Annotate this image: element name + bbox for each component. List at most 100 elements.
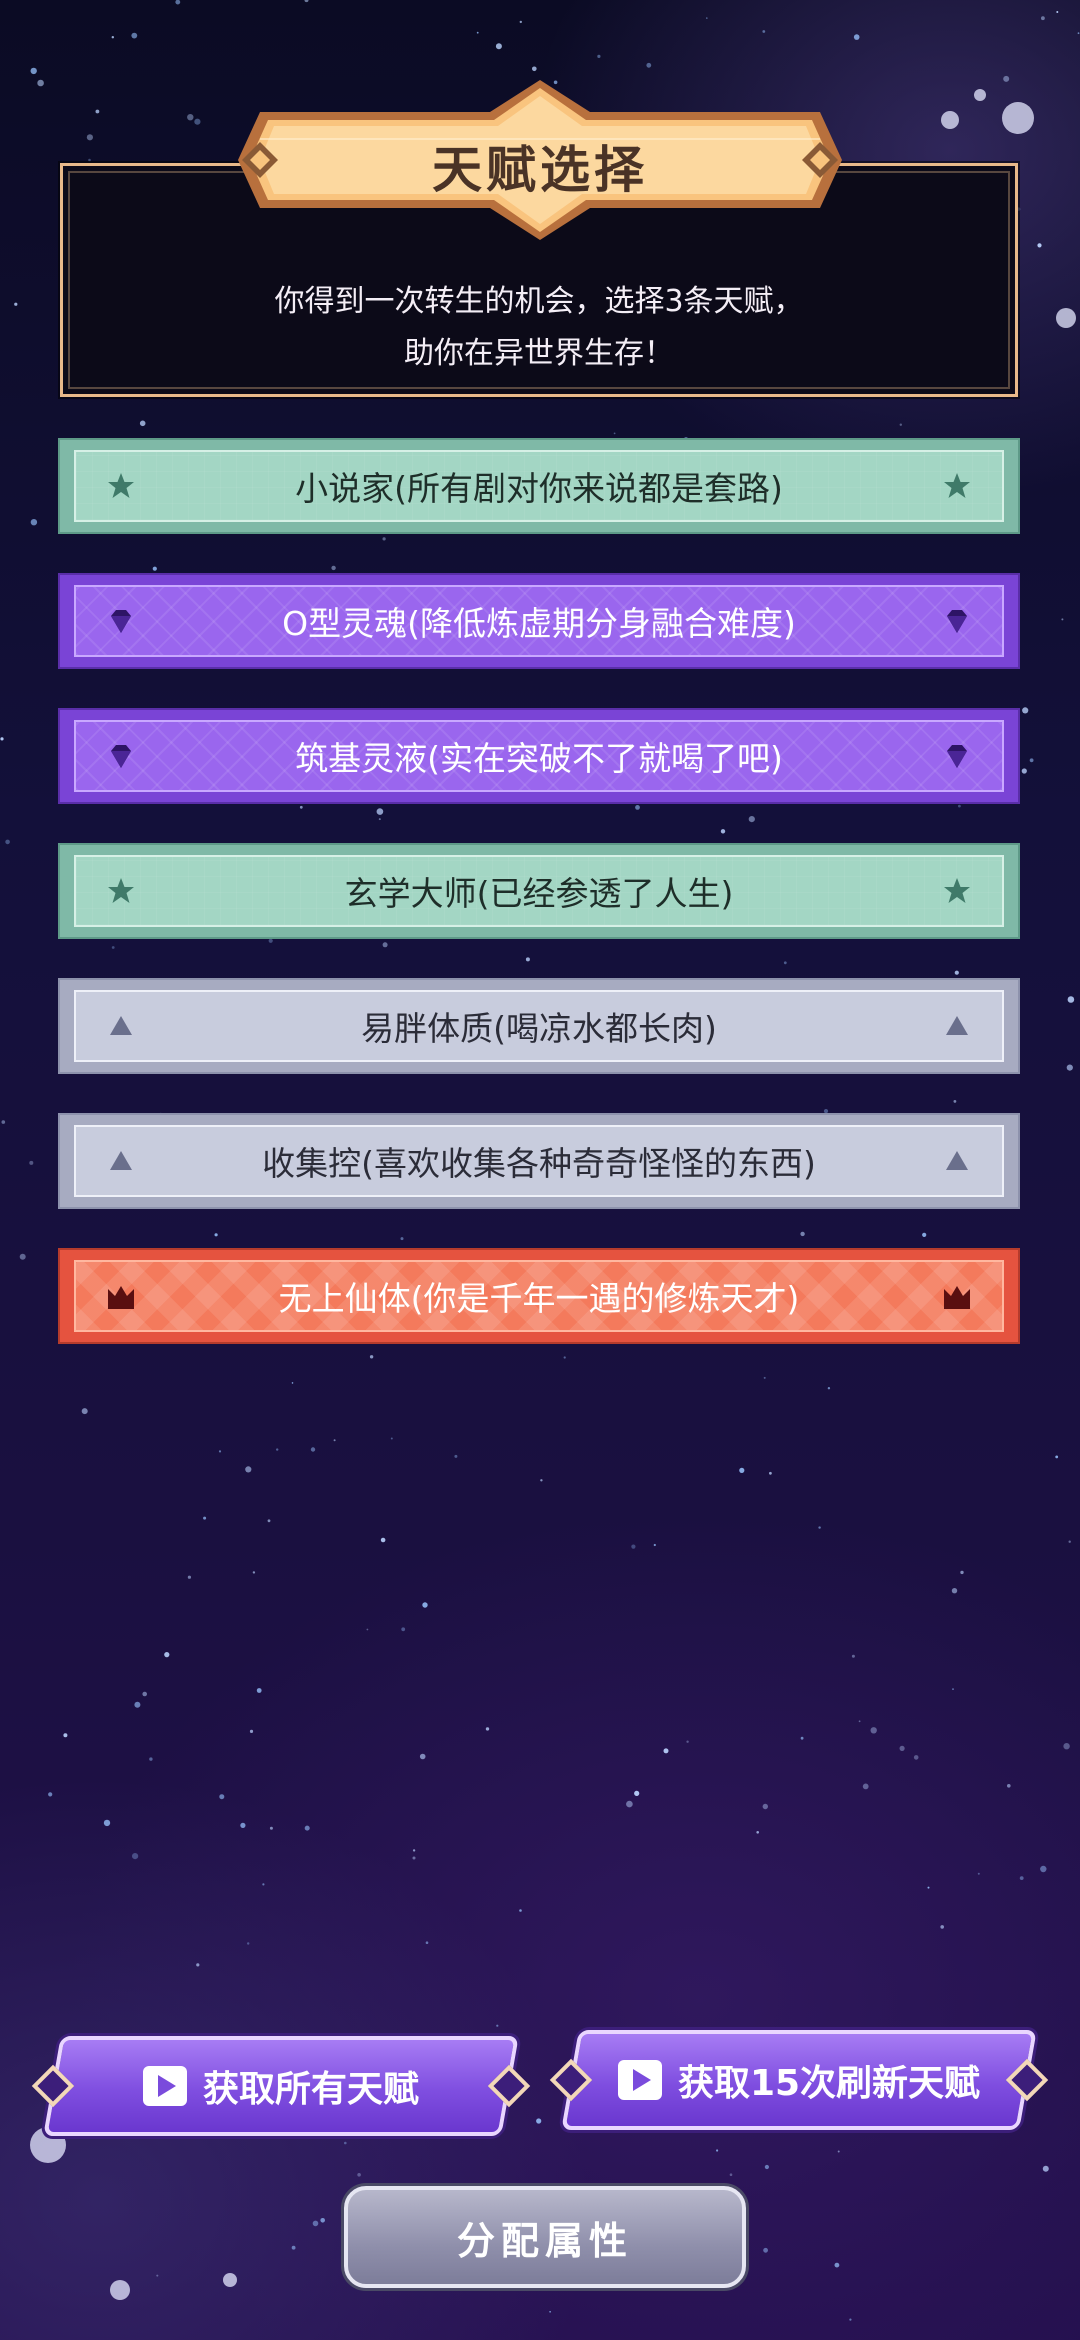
star	[631, 1544, 636, 1549]
star	[247, 1942, 250, 1945]
star	[1055, 1455, 1059, 1459]
star	[837, 2150, 840, 2153]
star	[454, 1454, 458, 1458]
star	[152, 566, 157, 571]
star	[95, 109, 100, 114]
triangle-icon	[940, 1144, 974, 1178]
star	[634, 1790, 640, 1796]
star	[196, 1963, 200, 1967]
star	[818, 1526, 821, 1529]
glow-star	[1002, 102, 1034, 134]
star	[870, 1727, 877, 1734]
star	[1061, 618, 1064, 621]
glow-star	[110, 2280, 130, 2300]
star	[519, 20, 522, 24]
star	[849, 2318, 852, 2321]
star	[111, 36, 115, 39]
star	[485, 1727, 490, 1731]
video-play-icon	[142, 2066, 187, 2106]
talent-option-label: 收集控(喜欢收集各种奇奇怪怪的东西)	[262, 1144, 816, 1183]
star	[291, 2245, 296, 2250]
star	[291, 1382, 294, 1384]
star	[262, 1883, 265, 1886]
star	[626, 1800, 633, 1808]
star	[686, 1740, 689, 1743]
talent-option[interactable]: 玄学大师(已经参透了人生)	[58, 843, 1020, 939]
talent-option[interactable]: 易胖体质(喝凉水都长肉)	[58, 978, 1020, 1074]
gem-icon	[940, 739, 974, 773]
talent-option-inner: 易胖体质(喝凉水都长肉)	[74, 990, 1004, 1062]
intro-text-line-2: 助你在异世界生存！	[404, 336, 674, 371]
star	[376, 808, 384, 815]
button-content: 获取15次刷新天赋	[552, 2030, 1046, 2130]
star	[412, 1856, 416, 1860]
star	[977, 1872, 980, 1875]
star	[1077, 32, 1080, 35]
star	[48, 1792, 53, 1797]
refresh-talents-label: 获取15次刷新天赋	[677, 2063, 981, 2104]
star	[800, 1231, 805, 1237]
star	[1019, 1876, 1024, 1880]
intro-text-line-1: 你得到一次转生的机会，选择3条天赋，	[274, 284, 804, 319]
star	[88, 158, 91, 162]
button-content: 获取所有天赋	[34, 2036, 528, 2136]
talent-option-label: 易胖体质(喝凉水都长肉)	[361, 1009, 717, 1048]
star	[30, 67, 37, 75]
talent-option[interactable]: 收集控(喜欢收集各种奇奇怪怪的东西)	[58, 1113, 1020, 1209]
talent-option[interactable]: 筑基灵液(实在突破不了就喝了吧)	[58, 708, 1020, 804]
star	[218, 1450, 222, 1453]
gem-icon	[940, 604, 974, 638]
star	[382, 942, 388, 948]
title-banner	[238, 80, 842, 240]
refresh-talents-button[interactable]: 获取15次刷新天赋	[549, 2030, 1049, 2130]
star	[240, 1822, 246, 1828]
star	[37, 79, 44, 87]
talent-option-inner: 玄学大师(已经参透了人生)	[74, 855, 1004, 927]
star	[1042, 2165, 1049, 2172]
star	[175, 0, 181, 5]
star	[382, 537, 386, 541]
star	[851, 1654, 855, 1658]
star	[827, 1387, 831, 1390]
crown-icon	[104, 1279, 138, 1313]
star	[763, 1376, 766, 1379]
triangle-icon	[104, 1144, 138, 1178]
star	[834, 2262, 840, 2268]
get-all-talents-button[interactable]: 获取所有天赋	[31, 2036, 531, 2136]
star	[549, 2311, 551, 2313]
star	[748, 816, 755, 823]
talent-option-label: 玄学大师(已经参透了人生)	[344, 874, 734, 913]
gem-icon	[104, 739, 138, 773]
star	[858, 1720, 861, 1723]
star	[333, 1439, 336, 1442]
star	[769, 1471, 772, 1475]
talent-option[interactable]: 无上仙体(你是千年一遇的修炼天才)	[58, 1248, 1020, 1344]
talent-option-inner: 筑基灵液(实在突破不了就喝了吧)	[74, 720, 1004, 792]
star	[0, 737, 4, 741]
star	[762, 1803, 768, 1810]
assign-attributes-button[interactable]: 分配属性	[326, 2186, 764, 2288]
star	[304, 0, 309, 3]
star	[203, 1516, 207, 1520]
game-screen: 天赋选择 你得到一次转生的机会，选择3条天赋， 助你在异世界生存！ 小说家(所有…	[0, 0, 1080, 2340]
star	[401, 1627, 406, 1632]
star	[1056, 11, 1059, 13]
star	[86, 134, 93, 141]
crown-icon	[940, 1279, 974, 1313]
talent-option-label: 小说家(所有剧对你来说都是套路)	[295, 469, 783, 508]
star	[927, 1886, 930, 1889]
star	[663, 1748, 669, 1754]
star	[764, 2164, 770, 2170]
star	[299, 805, 303, 809]
glow-star	[223, 2273, 237, 2287]
talent-option[interactable]: 小说家(所有剧对你来说都是套路)	[58, 438, 1020, 534]
star	[1040, 1865, 1047, 1873]
star	[304, 1825, 310, 1831]
star	[1068, 1540, 1071, 1543]
star	[29, 1160, 34, 1165]
star	[756, 1831, 759, 1834]
star	[729, 2173, 733, 2176]
talent-option[interactable]: O型灵魂(降低炼虚期分身融合难度)	[58, 573, 1020, 669]
star	[369, 1355, 374, 1359]
star	[1022, 707, 1029, 714]
